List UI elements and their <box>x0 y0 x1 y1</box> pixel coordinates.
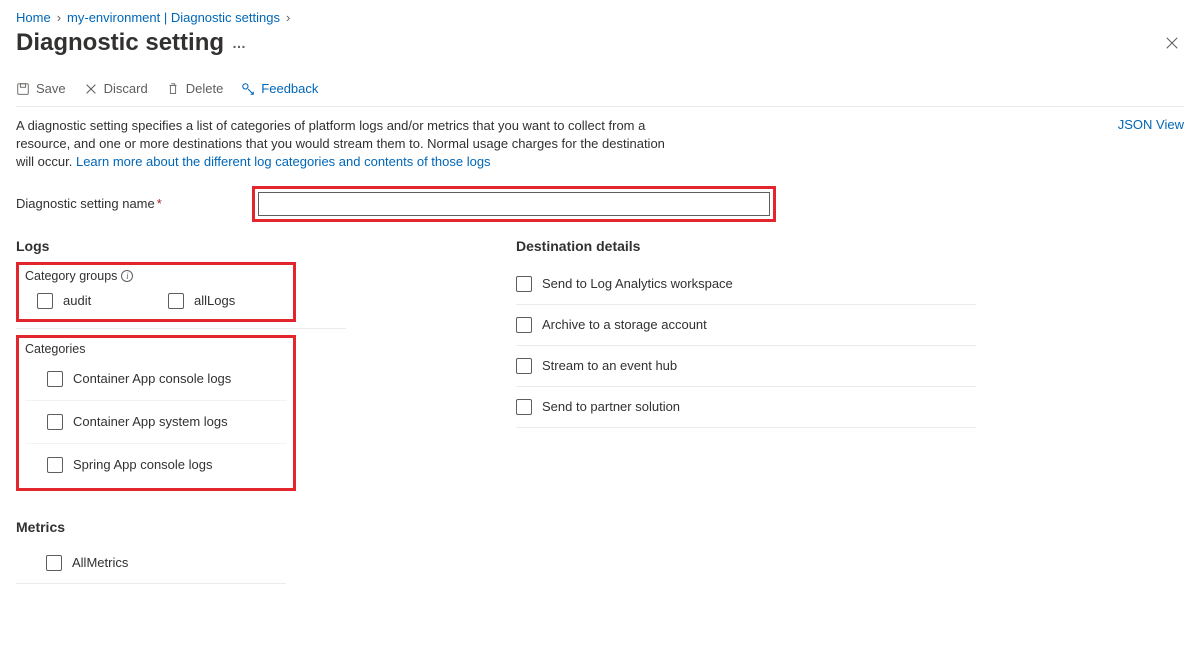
description-text: A diagnostic setting specifies a list of… <box>16 117 676 172</box>
close-icon <box>1165 36 1179 50</box>
checkbox-partner-solution[interactable]: Send to partner solution <box>516 387 976 428</box>
close-button[interactable] <box>1160 31 1184 55</box>
page-title: Diagnostic setting … <box>16 29 248 57</box>
checkbox-container-app-system-logs[interactable]: Container App system logs <box>25 401 287 444</box>
save-label: Save <box>36 81 66 96</box>
checkbox-label: Container App system logs <box>73 414 228 429</box>
checkbox-container-app-console-logs[interactable]: Container App console logs <box>25 358 287 401</box>
discard-label: Discard <box>104 81 148 96</box>
checkbox-icon[interactable] <box>47 414 63 430</box>
checkbox-spring-app-console-logs[interactable]: Spring App console logs <box>25 444 287 486</box>
checkbox-icon[interactable] <box>516 317 532 333</box>
category-groups-title: Category groups i <box>25 269 287 283</box>
checkbox-label: Spring App console logs <box>73 457 212 472</box>
checkbox-icon[interactable] <box>37 293 53 309</box>
checkbox-label: Send to partner solution <box>542 399 680 414</box>
checkbox-label: allLogs <box>194 293 235 308</box>
more-actions-icon[interactable]: … <box>232 35 248 51</box>
feedback-button[interactable]: Feedback <box>241 81 318 96</box>
checkbox-label: AllMetrics <box>72 555 128 570</box>
breadcrumb-home[interactable]: Home <box>16 10 51 25</box>
setting-name-label: Diagnostic setting name* <box>16 196 252 211</box>
checkbox-label: Archive to a storage account <box>542 317 707 332</box>
info-icon[interactable]: i <box>121 270 133 282</box>
required-indicator: * <box>157 196 162 211</box>
checkbox-icon[interactable] <box>46 555 62 571</box>
metrics-heading: Metrics <box>16 519 476 535</box>
checkbox-icon[interactable] <box>168 293 184 309</box>
setting-name-input[interactable] <box>258 192 770 216</box>
checkbox-icon[interactable] <box>516 358 532 374</box>
categories-title: Categories <box>25 342 287 356</box>
json-view-link[interactable]: JSON View <box>1118 117 1184 132</box>
delete-button[interactable]: Delete <box>166 81 224 96</box>
destination-heading: Destination details <box>516 238 996 254</box>
save-icon <box>16 82 30 96</box>
discard-button[interactable]: Discard <box>84 81 148 96</box>
checkbox-icon[interactable] <box>516 276 532 292</box>
checkbox-label: Stream to an event hub <box>542 358 677 373</box>
checkbox-log-analytics[interactable]: Send to Log Analytics workspace <box>516 264 976 305</box>
feedback-label: Feedback <box>261 81 318 96</box>
checkbox-audit[interactable]: audit <box>25 289 156 317</box>
checkbox-alllogs[interactable]: allLogs <box>156 289 287 317</box>
feedback-icon <box>241 82 255 96</box>
page-title-text: Diagnostic setting <box>16 29 224 57</box>
trash-icon <box>166 82 180 96</box>
save-button[interactable]: Save <box>16 81 66 96</box>
toolbar: Save Discard Delete Feedback <box>16 81 1184 107</box>
checkbox-icon[interactable] <box>47 457 63 473</box>
checkbox-label: Send to Log Analytics workspace <box>542 276 733 291</box>
checkbox-icon[interactable] <box>47 371 63 387</box>
checkbox-event-hub[interactable]: Stream to an event hub <box>516 346 976 387</box>
category-groups-highlight: Category groups i audit allLogs <box>16 262 296 322</box>
checkbox-label: Container App console logs <box>73 371 231 386</box>
checkbox-storage-account[interactable]: Archive to a storage account <box>516 305 976 346</box>
checkbox-label: audit <box>63 293 91 308</box>
categories-highlight: Categories Container App console logs Co… <box>16 335 296 491</box>
logs-heading: Logs <box>16 238 476 254</box>
checkbox-icon[interactable] <box>516 399 532 415</box>
breadcrumb-env[interactable]: my-environment | Diagnostic settings <box>67 10 280 25</box>
breadcrumb-sep: › <box>57 10 61 25</box>
checkbox-allmetrics[interactable]: AllMetrics <box>16 543 286 584</box>
setting-name-highlight <box>252 186 776 222</box>
discard-icon <box>84 82 98 96</box>
delete-label: Delete <box>186 81 224 96</box>
breadcrumb: Home › my-environment | Diagnostic setti… <box>16 10 1184 25</box>
learn-more-link[interactable]: Learn more about the different log categ… <box>76 154 491 169</box>
breadcrumb-sep: › <box>286 10 290 25</box>
